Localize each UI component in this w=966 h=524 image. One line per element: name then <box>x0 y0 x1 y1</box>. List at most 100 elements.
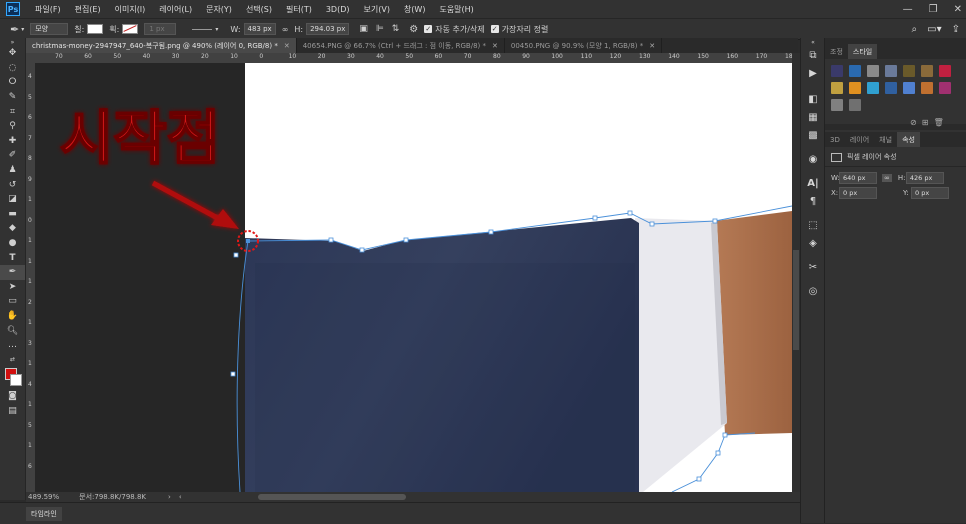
menu-view[interactable]: 보기(V) <box>357 4 397 15</box>
horizontal-scroll-thumb[interactable] <box>258 494 406 500</box>
menu-image[interactable]: 이미지(I) <box>108 4 153 15</box>
new-style-icon[interactable]: ⊞ <box>922 118 929 127</box>
clone-stamp-tool-icon[interactable]: ♟ <box>0 163 25 178</box>
style-preset-swatch[interactable] <box>831 82 843 94</box>
eraser-tool-icon[interactable]: ◪ <box>0 192 25 207</box>
screen-mode-icon[interactable]: ▤ <box>0 404 25 419</box>
anchor-point[interactable] <box>722 432 728 438</box>
gear-icon[interactable]: ⚙ <box>409 24 418 35</box>
brush-tool-icon[interactable]: ✐ <box>0 148 25 163</box>
menu-filter[interactable]: 필터(T) <box>279 4 319 15</box>
trash-icon[interactable]: 🗑︎ <box>934 118 944 127</box>
auto-add-delete-checkbox[interactable]: ✓ <box>424 25 433 33</box>
tab-layers[interactable]: 레이어 <box>845 132 874 147</box>
tab-channels[interactable]: 채널 <box>874 132 897 147</box>
minimize-button[interactable]: — <box>903 4 913 15</box>
anchor-point[interactable] <box>403 237 409 243</box>
style-preset-swatch[interactable] <box>849 82 861 94</box>
status-menu-arrow-icon[interactable]: › <box>168 493 171 501</box>
link-icon[interactable]: ∞ <box>282 25 289 34</box>
link-icon[interactable]: ∞ <box>882 174 892 182</box>
libraries-icon[interactable]: ◉ <box>801 150 825 168</box>
height-field[interactable]: 294.03 px <box>306 23 350 35</box>
tab-adjustments[interactable]: 조정 <box>825 44 848 59</box>
close-button[interactable]: ✕ <box>954 4 962 15</box>
prop-width-field[interactable]: 640 px <box>839 172 877 184</box>
quick-mask-icon[interactable]: ◙ <box>0 389 25 404</box>
patterns-icon[interactable]: ▩ <box>801 126 825 144</box>
color-icon[interactable]: ◧ <box>801 90 825 108</box>
blur-tool-icon[interactable]: ◆ <box>0 221 25 236</box>
type-tool-icon[interactable]: T <box>0 250 25 265</box>
color-swatches[interactable] <box>0 367 25 389</box>
anchor-point[interactable] <box>592 215 598 221</box>
style-preset-swatch[interactable] <box>867 82 879 94</box>
anchor-point[interactable] <box>233 252 239 258</box>
timeline-tab[interactable]: 타임라인 <box>26 506 62 521</box>
scroll-left-arrow-icon[interactable]: ‹ <box>179 493 182 501</box>
background-color-swatch[interactable] <box>10 374 22 387</box>
search-icon[interactable]: ⌕ <box>912 24 918 35</box>
stroke-type-select[interactable]: ▾ <box>192 26 218 33</box>
style-preset-swatch[interactable] <box>939 65 951 77</box>
close-icon[interactable]: ✕ <box>492 42 498 50</box>
menu-file[interactable]: 파일(F) <box>28 4 68 15</box>
pen-tool-icon[interactable]: ✒ <box>0 264 25 280</box>
chevron-down-icon[interactable]: ▾ <box>21 26 24 33</box>
tab-40654[interactable]: 40654.PNG @ 66.7% (Ctrl + 드래그 : 점 이동, RG… <box>297 38 505 53</box>
pen-tool-preset-icon[interactable]: ✒ <box>10 23 19 36</box>
character-icon[interactable]: A| <box>801 174 825 192</box>
restore-button[interactable]: ❐ <box>929 4 938 15</box>
menu-window[interactable]: 창(W) <box>397 4 433 15</box>
style-preset-swatch[interactable] <box>831 65 843 77</box>
tool-presets-icon[interactable]: ✂ <box>801 258 825 276</box>
eyedropper-tool-icon[interactable]: ⚲ <box>0 119 25 134</box>
anchor-point[interactable] <box>488 229 494 235</box>
fill-swatch[interactable] <box>87 24 104 34</box>
share-icon[interactable]: ⇪ <box>952 24 960 35</box>
panel-collapse-icon[interactable]: » <box>0 38 25 46</box>
tab-3d[interactable]: 3D <box>825 132 845 147</box>
tab-properties[interactable]: 속성 <box>897 132 920 147</box>
style-preset-swatch[interactable] <box>849 65 861 77</box>
style-preset-swatch[interactable] <box>921 65 933 77</box>
style-preset-swatch[interactable] <box>921 82 933 94</box>
history-brush-tool-icon[interactable]: ↺ <box>0 177 25 192</box>
anchor-point[interactable] <box>712 218 718 224</box>
3d-icon[interactable]: ◎ <box>801 282 825 300</box>
style-preset-swatch[interactable] <box>903 65 915 77</box>
marquee-tool-icon[interactable]: ◌ <box>0 61 25 76</box>
mode-select[interactable]: 모양 <box>30 23 69 35</box>
crop-tool-icon[interactable]: ⌗ <box>0 104 25 119</box>
clone-source-icon[interactable]: ◈ <box>801 234 825 252</box>
shape-tool-icon[interactable]: ▭ <box>0 294 25 309</box>
tab-styles[interactable]: 스타일 <box>847 44 878 59</box>
workspace-icon[interactable]: ▭▾ <box>927 24 941 35</box>
style-preset-swatch[interactable] <box>939 82 951 94</box>
tab-00450[interactable]: 00450.PNG @ 90.9% (모양 1, RGB/8) * ✕ <box>505 38 663 53</box>
zoom-tool-icon[interactable]: 🔍︎ <box>0 323 25 338</box>
collapse-panels-icon[interactable]: « <box>801 38 825 46</box>
path-operations-icon[interactable]: ▣ <box>359 24 368 34</box>
move-tool-icon[interactable]: ✥ <box>0 46 25 61</box>
healing-brush-tool-icon[interactable]: ✚ <box>0 134 25 149</box>
width-field[interactable]: 483 px <box>243 23 276 35</box>
style-preset-swatch[interactable] <box>903 82 915 94</box>
stroke-width-field[interactable]: 1 px <box>144 23 177 35</box>
lasso-tool-icon[interactable]: ⵔ <box>0 75 25 90</box>
anchor-point[interactable] <box>649 221 655 227</box>
anchor-point[interactable] <box>230 371 236 377</box>
menu-type[interactable]: 문자(Y) <box>199 4 239 15</box>
path-arrangement-icon[interactable]: ⇅ <box>392 24 400 34</box>
gradient-tool-icon[interactable]: ▬ <box>0 207 25 222</box>
more-tools-icon[interactable]: … <box>0 338 25 353</box>
close-icon[interactable]: ✕ <box>284 42 290 50</box>
style-preset-swatch[interactable] <box>867 65 879 77</box>
quick-select-tool-icon[interactable]: ✎ <box>0 90 25 105</box>
zoom-level[interactable]: 489.59% <box>28 493 59 501</box>
selected-anchor-point[interactable] <box>246 239 250 243</box>
style-preset-swatch[interactable] <box>831 99 843 111</box>
prop-height-field[interactable]: 426 px <box>905 172 944 184</box>
stroke-swatch[interactable] <box>122 24 139 34</box>
style-preset-swatch[interactable] <box>849 99 861 111</box>
